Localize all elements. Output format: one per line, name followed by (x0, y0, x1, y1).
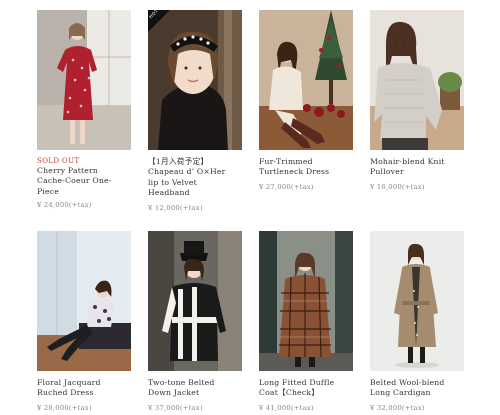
product-name-line: Long Fitted Duffle (259, 378, 335, 387)
hot-badge: HOT (148, 10, 170, 32)
product-photo-duffle-coat (259, 231, 353, 371)
hot-badge-label: HOT (148, 10, 160, 21)
product-name-line: Chapeau d’ O×Her (148, 167, 226, 177)
product-price: ¥ 24,000(+tax) (37, 201, 92, 210)
product-name[interactable]: 【1月入荷予定】 Chapeau d’ O×Her lip to Velvet … (148, 157, 244, 199)
product-name-line: Piece (37, 186, 60, 196)
product-image[interactable] (370, 231, 464, 371)
product-image[interactable]: HOT (148, 10, 242, 150)
product-card[interactable]: HOT 【1月入荷予定】 Chapeau d’ O×Her lip to Vel… (148, 10, 244, 212)
product-card[interactable]: Two-tone Belted Down Jacket ¥ 37,000(+ta… (148, 231, 244, 412)
product-name-line: Mohair-blend Knit (370, 157, 445, 166)
product-image[interactable] (370, 10, 464, 150)
product-name-line: 【1月入荷予定】 (148, 157, 209, 166)
product-name-line: Pullover (370, 167, 404, 177)
product-name-line: Floral Jacquard (37, 378, 101, 387)
product-card[interactable]: Mohair-blend Knit Pullover ¥ 16,000(+tax… (370, 10, 466, 191)
product-image[interactable] (37, 231, 131, 371)
product-name-line: Ruched Dress (37, 388, 94, 398)
sold-out-label: SOLD OUT (37, 157, 80, 165)
product-photo-fur-dress (259, 10, 353, 150)
product-price: ¥ 28,000(+tax) (37, 403, 92, 412)
product-price: ¥ 32,000(+tax) (370, 403, 425, 412)
product-name[interactable]: Mohair-blend Knit Pullover (370, 157, 466, 178)
product-image[interactable] (148, 231, 242, 371)
product-photo-down-jacket (148, 231, 242, 371)
product-image[interactable] (37, 10, 131, 150)
product-name[interactable]: Long Fitted Duffle Coat【Check】 (259, 378, 355, 399)
product-name-line: lip to Velvet (148, 177, 197, 187)
product-image[interactable] (259, 10, 353, 150)
product-name-line: Cherry Pattern (37, 166, 99, 175)
product-name[interactable]: Fur-Trimmed Turtleneck Dress (259, 157, 355, 178)
product-name-line: Two-tone Belted (148, 378, 215, 387)
product-name-line: Down Jacket (148, 388, 200, 398)
product-price: ¥ 16,000(+tax) (370, 182, 425, 191)
product-price: ¥ 27,000(+tax) (259, 182, 314, 191)
product-photo-mohair-pullover (370, 10, 464, 150)
product-name[interactable]: Two-tone Belted Down Jacket (148, 378, 244, 399)
product-price: ¥ 37,000(+tax) (148, 403, 203, 412)
product-card[interactable]: Long Fitted Duffle Coat【Check】 ¥ 41,000(… (259, 231, 355, 412)
product-name-line: Coat【Check】 (259, 388, 320, 398)
product-name[interactable]: Cherry Pattern Cache-Coeur One- Piece (37, 166, 133, 197)
product-card[interactable]: Floral Jacquard Ruched Dress ¥ 28,000(+t… (37, 231, 133, 412)
product-name[interactable]: Floral Jacquard Ruched Dress (37, 378, 133, 399)
product-card[interactable]: Fur-Trimmed Turtleneck Dress ¥ 27,000(+t… (259, 10, 355, 191)
product-name-line: Turtleneck Dress (259, 167, 330, 177)
product-price: ¥ 41,000(+tax) (259, 403, 314, 412)
product-photo-long-cardigan (370, 231, 464, 371)
product-image[interactable] (259, 231, 353, 371)
product-name-line: Cache-Coeur One- (37, 176, 112, 186)
product-name-line: Long Cardigan (370, 388, 431, 398)
product-price: ¥ 12,000(+tax) (148, 203, 203, 212)
product-photo-floral-dress (37, 231, 131, 371)
product-card[interactable]: SOLD OUT Cherry Pattern Cache-Coeur One-… (37, 10, 133, 209)
product-photo-cherry-dress (37, 10, 131, 150)
product-name-line: Headband (148, 188, 190, 198)
product-card[interactable]: Belted Wool-blend Long Cardigan ¥ 32,000… (370, 231, 466, 412)
product-name[interactable]: Belted Wool-blend Long Cardigan (370, 378, 466, 399)
product-name-line: Fur-Trimmed (259, 157, 313, 166)
product-name-line: Belted Wool-blend (370, 378, 445, 387)
